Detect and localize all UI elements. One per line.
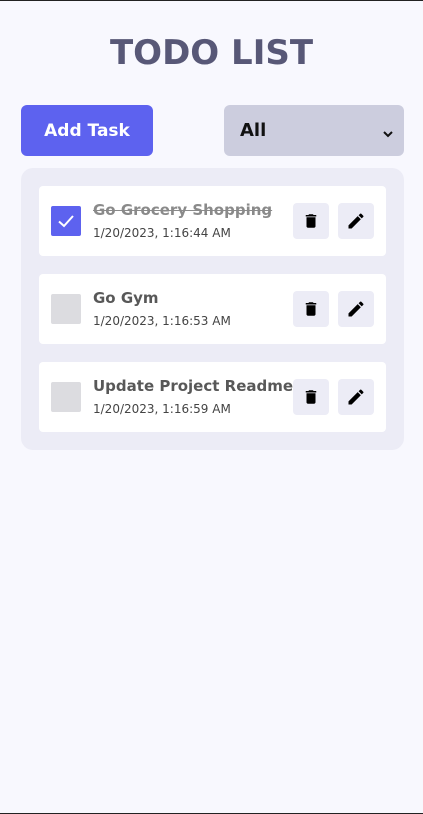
- pencil-icon: [348, 389, 364, 405]
- pencil-icon: [348, 213, 364, 229]
- delete-button[interactable]: [293, 203, 329, 239]
- add-task-button[interactable]: Add Task: [21, 105, 153, 156]
- delete-button[interactable]: [293, 291, 329, 327]
- trash-icon: [305, 390, 317, 404]
- todo-timestamp: 1/20/2023, 1:16:44 AM: [93, 226, 231, 240]
- pencil-icon: [348, 301, 364, 317]
- todo-checkbox[interactable]: [51, 294, 81, 324]
- edit-button[interactable]: [338, 203, 374, 239]
- todo-text: Update Project Readme 1/20/2023, 1:16:59…: [93, 376, 293, 418]
- todo-list: Go Grocery Shopping 1/20/2023, 1:16:44 A…: [21, 168, 404, 450]
- chevron-down-icon: [382, 125, 394, 137]
- filter-selected-value: All: [240, 120, 267, 141]
- todo-text: Go Gym 1/20/2023, 1:16:53 AM: [93, 288, 293, 330]
- todo-title: Update Project Readme: [93, 377, 294, 395]
- todo-title: Go Grocery Shopping: [93, 201, 273, 219]
- check-icon: [58, 215, 74, 228]
- page-title: TODO LIST: [109, 33, 314, 73]
- delete-button[interactable]: [293, 379, 329, 415]
- todo-checkbox[interactable]: [51, 382, 81, 412]
- todo-timestamp: 1/20/2023, 1:16:53 AM: [93, 314, 231, 328]
- todo-text: Go Grocery Shopping 1/20/2023, 1:16:44 A…: [93, 200, 293, 242]
- todo-title: Go Gym: [93, 289, 159, 307]
- todo-checkbox[interactable]: [51, 206, 81, 236]
- todo-item: Update Project Readme 1/20/2023, 1:16:59…: [39, 362, 386, 432]
- todo-item: Go Gym 1/20/2023, 1:16:53 AM: [39, 274, 386, 344]
- filter-select[interactable]: All: [224, 105, 404, 156]
- edit-button[interactable]: [338, 379, 374, 415]
- todo-timestamp: 1/20/2023, 1:16:59 AM: [93, 402, 231, 416]
- edit-button[interactable]: [338, 291, 374, 327]
- todo-item: Go Grocery Shopping 1/20/2023, 1:16:44 A…: [39, 186, 386, 256]
- trash-icon: [305, 302, 317, 316]
- trash-icon: [305, 214, 317, 228]
